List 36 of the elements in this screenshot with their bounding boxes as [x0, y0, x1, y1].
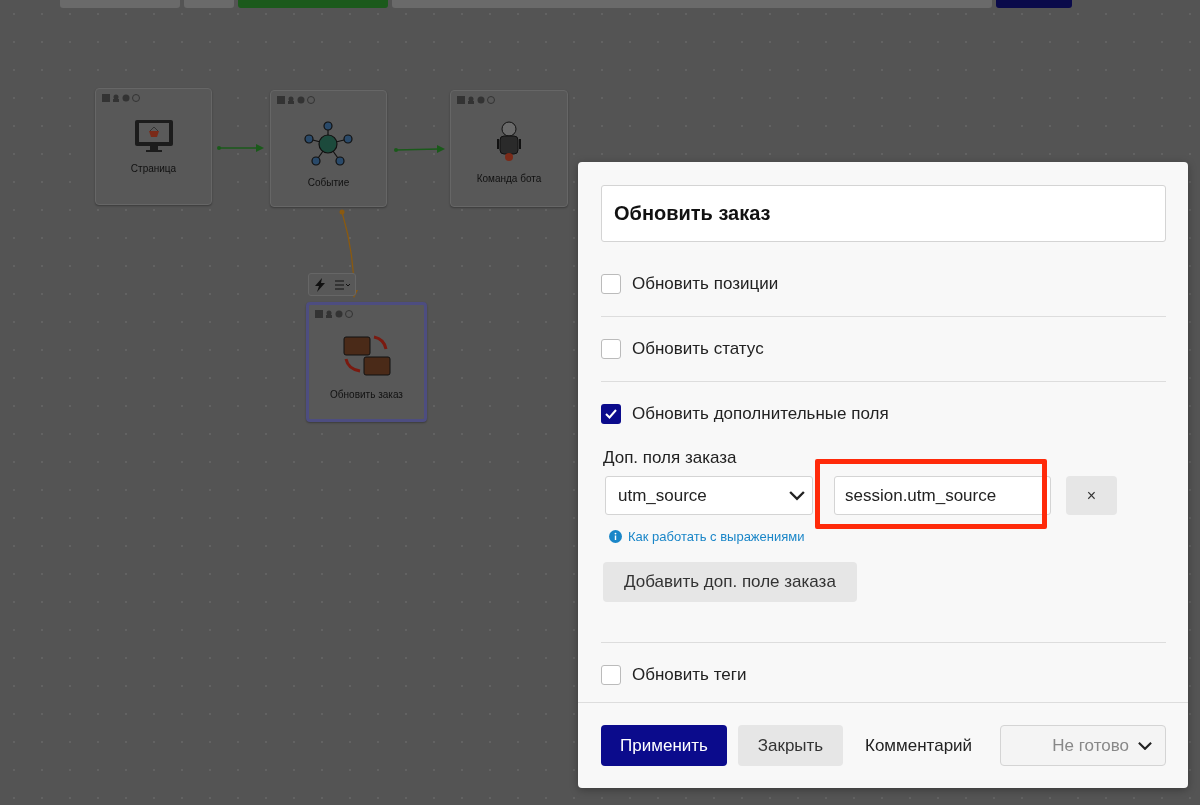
- node-label: Событие: [307, 177, 350, 188]
- title-field[interactable]: Обновить заказ: [601, 185, 1166, 242]
- toolbar-button[interactable]: [996, 0, 1072, 8]
- field-select[interactable]: utm_source: [605, 476, 813, 515]
- chevron-down-icon: [1137, 740, 1153, 751]
- remove-button[interactable]: ×: [1066, 476, 1117, 515]
- node-label: Страница: [130, 163, 177, 174]
- node-label: Обновить заказ: [330, 389, 403, 400]
- checkbox[interactable]: [601, 665, 621, 685]
- toolbar-button[interactable]: [238, 0, 388, 8]
- select-value: utm_source: [618, 485, 707, 506]
- checkbox-label: Обновить теги: [632, 665, 747, 685]
- fields-label: Доп. поля заказа: [603, 448, 738, 468]
- expression-input[interactable]: session.utm_source: [834, 476, 1051, 515]
- robot-icon: [495, 121, 523, 163]
- connector-arrow: [393, 143, 447, 155]
- list-menu-icon[interactable]: [334, 279, 351, 290]
- lightning-icon[interactable]: [313, 277, 326, 292]
- help-link[interactable]: Как работать с выражениями: [628, 529, 805, 544]
- close-button[interactable]: Закрыть: [738, 725, 843, 766]
- apply-button[interactable]: Применить: [601, 725, 727, 766]
- checkmark-icon: [605, 409, 617, 419]
- chevron-down-icon: [788, 490, 806, 501]
- checkbox[interactable]: [601, 339, 621, 359]
- monitor-basket-icon: [133, 119, 174, 153]
- connector-arrow: [216, 142, 266, 154]
- checkbox-label: Обновить позиции: [632, 274, 779, 294]
- info-icon: [609, 530, 622, 543]
- node-label: Команда бота: [476, 173, 542, 184]
- network-hub-icon: [303, 121, 354, 167]
- checkbox[interactable]: [601, 404, 621, 424]
- add-field-button[interactable]: Добавить доп. поле заказа: [603, 562, 857, 602]
- checkbox-label: Обновить дополнительные поля: [632, 404, 889, 424]
- checkbox[interactable]: [601, 274, 621, 294]
- checkbox-label: Обновить статус: [632, 339, 764, 359]
- comment-link[interactable]: Комментарий: [865, 735, 973, 756]
